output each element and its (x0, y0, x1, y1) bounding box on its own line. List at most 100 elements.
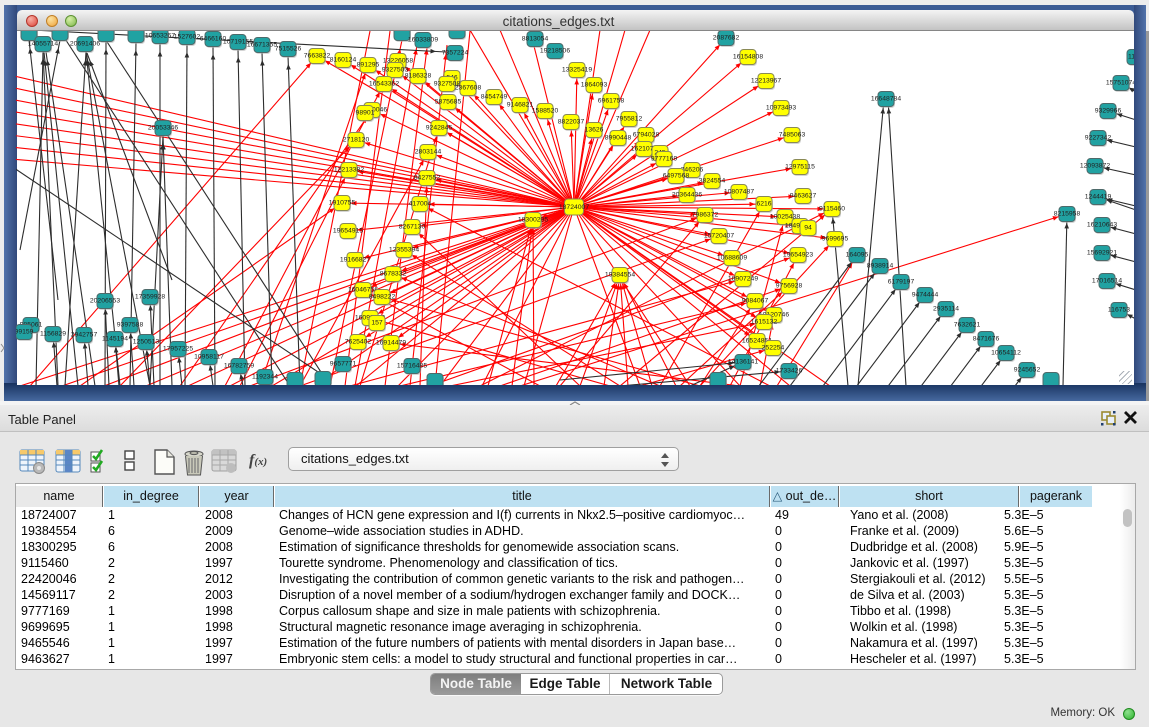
svg-text:9474444: 9474444 (912, 292, 939, 299)
svg-text:8454749: 8454749 (481, 94, 508, 101)
svg-text:16671355: 16671355 (247, 42, 277, 49)
svg-text:20364436: 20364436 (672, 192, 702, 199)
svg-text:6961758: 6961758 (598, 98, 625, 105)
svg-text:18907249: 18907249 (728, 276, 758, 283)
svg-text:19654915: 19654915 (333, 228, 363, 235)
svg-text:7515526: 7515526 (275, 46, 302, 53)
svg-text:10653267: 10653267 (145, 33, 175, 40)
svg-text:2367608: 2367608 (455, 85, 482, 92)
svg-text:17957225: 17957225 (163, 346, 193, 353)
svg-text:164095: 164095 (846, 252, 869, 259)
svg-text:16782759: 16782759 (224, 363, 254, 370)
svg-text:891295: 891295 (357, 62, 380, 69)
svg-text:6497568: 6497568 (663, 173, 690, 180)
svg-text:20206553: 20206553 (90, 298, 120, 305)
svg-text:19166827: 19166827 (340, 257, 370, 264)
svg-text:15751074: 15751074 (1106, 80, 1134, 87)
svg-text:2087682: 2087682 (713, 35, 740, 42)
svg-text:12975115: 12975115 (785, 164, 815, 171)
svg-text:2942757: 2942757 (71, 332, 98, 339)
svg-text:8678332: 8678332 (380, 271, 407, 278)
svg-text:7955812: 7955812 (616, 116, 643, 123)
svg-text:10688609: 10688609 (717, 255, 747, 262)
svg-text:2803144: 2803144 (415, 149, 442, 156)
svg-text:9699695: 9699695 (822, 236, 849, 243)
svg-text:1910755: 1910755 (329, 200, 356, 207)
svg-text:16914479: 16914479 (376, 340, 406, 347)
svg-text:16154808: 16154808 (733, 54, 763, 61)
svg-text:20053346: 20053346 (148, 125, 178, 132)
svg-text:2718120: 2718120 (343, 137, 370, 144)
svg-text:1244419: 1244419 (1085, 194, 1112, 201)
svg-text:19218506: 19218506 (540, 48, 570, 55)
svg-text:2935114: 2935114 (933, 306, 959, 313)
svg-text:12213967: 12213967 (751, 78, 781, 85)
svg-text:5875685: 5875685 (435, 99, 462, 106)
svg-text:417004: 417004 (409, 201, 432, 208)
svg-text:1192344: 1192344 (252, 374, 278, 381)
svg-text:9245652: 9245652 (1014, 367, 1041, 374)
svg-text:6794028: 6794028 (633, 132, 660, 139)
svg-text:16033809: 16033809 (408, 37, 438, 44)
svg-text:8990448: 8990448 (605, 135, 632, 142)
svg-text:14136141: 14136141 (728, 359, 758, 366)
svg-text:15720407: 15720407 (704, 233, 734, 240)
svg-text:17016514: 17016514 (1092, 278, 1122, 285)
svg-text:9115460: 9115460 (819, 206, 845, 213)
svg-text:1527602: 1527602 (174, 34, 201, 41)
svg-text:7485063: 7485063 (779, 132, 806, 139)
svg-text:12093872: 12093872 (1080, 163, 1110, 170)
svg-text:13626: 13626 (585, 127, 604, 134)
svg-text:94: 94 (804, 225, 812, 232)
svg-text:1588520: 1588520 (532, 108, 559, 115)
svg-text:1615132: 1615132 (751, 319, 778, 326)
svg-text:9777169: 9777169 (651, 156, 678, 163)
svg-text:18724007: 18724007 (559, 204, 589, 211)
svg-text:7986372: 7986372 (692, 212, 719, 219)
svg-text:1156829: 1156829 (40, 331, 66, 338)
svg-text:9463627: 9463627 (790, 193, 817, 200)
svg-text:1112: 1112 (1128, 54, 1134, 61)
svg-text:99159: 99159 (16, 329, 34, 336)
svg-text:10973493: 10973493 (766, 105, 796, 112)
svg-text:9756928: 9756928 (776, 283, 803, 290)
svg-text:8186328: 8186328 (405, 73, 432, 80)
svg-text:8427552: 8427552 (414, 175, 441, 182)
svg-text:14055714: 14055714 (28, 41, 58, 48)
svg-text:116753: 116753 (1108, 307, 1130, 314)
svg-text:12355394: 12355394 (389, 247, 419, 254)
svg-text:8215958: 8215958 (1054, 211, 1081, 218)
svg-text:157: 157 (371, 320, 383, 327)
svg-text:9227342: 9227342 (1085, 135, 1112, 142)
svg-text:1145194: 1145194 (102, 336, 128, 343)
svg-text:16648784: 16648784 (871, 96, 901, 103)
svg-text:9146821: 9146821 (507, 102, 534, 109)
svg-text:10654112: 10654112 (991, 350, 1021, 357)
svg-text:9242845: 9242845 (426, 125, 453, 132)
svg-text:9084067: 9084067 (742, 298, 769, 305)
svg-text:6216: 6216 (756, 201, 771, 208)
svg-text:7625402: 7625402 (345, 339, 372, 346)
svg-text:16210643: 16210643 (1087, 222, 1117, 229)
svg-text:8267130: 8267130 (399, 224, 426, 231)
svg-text:7357224: 7357224 (442, 50, 469, 57)
svg-text:20691406: 20691406 (70, 41, 100, 48)
svg-text:12213382: 12213382 (334, 167, 364, 174)
svg-text:98901: 98901 (356, 110, 375, 117)
svg-text:9657771: 9657771 (330, 361, 357, 368)
svg-text:15716485: 15716485 (397, 363, 427, 370)
svg-text:17359928: 17359928 (135, 294, 165, 301)
svg-text:1733426: 1733426 (776, 368, 803, 375)
svg-text:16543362: 16543362 (369, 81, 399, 88)
svg-text:8813054: 8813054 (522, 36, 549, 43)
svg-text:9397588: 9397588 (117, 322, 144, 329)
svg-text:19384554: 19384554 (605, 272, 635, 279)
svg-text:8471676: 8471676 (973, 336, 1000, 343)
svg-text:3824554: 3824554 (699, 178, 726, 185)
svg-text:9329966: 9329966 (1095, 108, 1122, 115)
svg-text:7632621: 7632621 (954, 322, 981, 329)
svg-text:8160124: 8160124 (330, 57, 357, 64)
svg-text:8938914: 8938914 (867, 263, 894, 270)
svg-text:8822037: 8822037 (558, 119, 585, 126)
svg-text:8498222: 8498222 (369, 294, 396, 301)
